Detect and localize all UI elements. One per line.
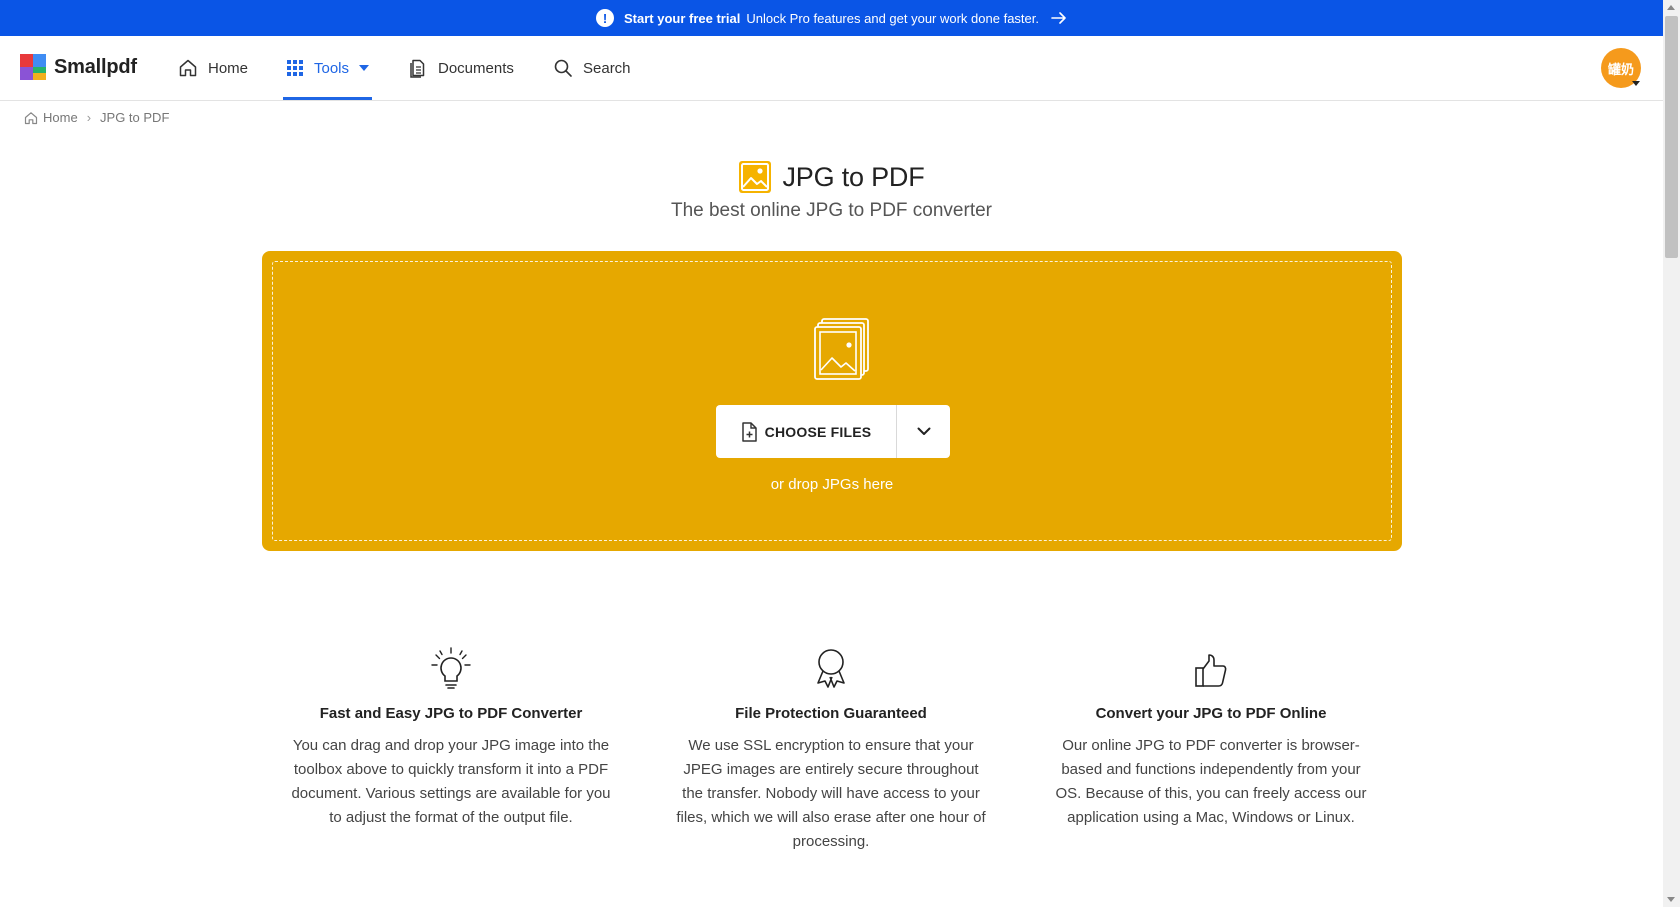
documents-icon — [410, 59, 425, 78]
home-icon — [24, 111, 38, 124]
breadcrumb-home[interactable]: Home — [43, 110, 78, 125]
dropzone-dashed-border: CHOOSE FILES or drop JPGs here — [272, 261, 1392, 541]
nav-documents-label: Documents — [438, 59, 514, 77]
nav-home[interactable]: Home — [178, 36, 248, 100]
vertical-scrollbar[interactable] — [1663, 0, 1680, 907]
nav-home-label: Home — [208, 59, 249, 77]
choose-files-dropdown[interactable] — [897, 405, 950, 458]
breadcrumb-current: JPG to PDF — [100, 110, 170, 125]
user-avatar[interactable]: 罐奶 — [1601, 48, 1641, 88]
brand-name: Smallpdf — [54, 55, 137, 78]
nav-search-label: Search — [583, 59, 631, 77]
breadcrumb-separator-icon: › — [86, 110, 92, 125]
info-icon: ! — [596, 9, 614, 27]
add-file-icon — [741, 421, 757, 442]
promo-text: Unlock Pro features and get your work do… — [746, 10, 1039, 26]
chevron-down-icon — [917, 427, 930, 435]
avatar-initials: 罐奶 — [1607, 61, 1634, 77]
promo-strong-text: Start your free trial — [624, 10, 741, 26]
feature-file-protection: File Protection Guaranteed We use SSL en… — [671, 645, 991, 854]
scroll-thumb[interactable] — [1665, 16, 1678, 258]
page: ! Start your free trial Unlock Pro featu… — [0, 0, 1663, 907]
nav-tools-label: Tools — [314, 59, 350, 77]
nav-tools[interactable]: Tools — [283, 36, 373, 100]
feature-fast-easy: Fast and Easy JPG to PDF Converter You c… — [291, 645, 611, 830]
scroll-down-arrow-icon[interactable] — [1667, 897, 1675, 902]
feature-title: Convert your JPG to PDF Online — [1095, 705, 1327, 722]
promo-banner[interactable]: ! Start your free trial Unlock Pro featu… — [0, 0, 1663, 36]
file-dropzone[interactable]: CHOOSE FILES or drop JPGs here — [262, 251, 1402, 551]
images-stack-icon — [814, 318, 869, 380]
top-navbar: Smallpdf Home Tools Documents Search 罐奶 — [0, 36, 1663, 101]
active-tab-indicator — [283, 97, 373, 100]
choose-files-button[interactable]: CHOOSE FILES — [716, 405, 897, 458]
grid-icon — [287, 60, 303, 76]
award-ribbon-icon — [817, 649, 845, 688]
nav-search[interactable]: Search — [553, 36, 631, 100]
thumbs-up-icon — [1195, 654, 1227, 687]
breadcrumb: Home › JPG to PDF — [24, 110, 169, 125]
caret-down-icon — [359, 65, 370, 71]
page-title-row: JPG to PDF — [0, 160, 1663, 194]
feature-text: We use SSL encryption to ensure that you… — [676, 737, 986, 850]
feature-text: You can drag and drop your JPG image int… — [291, 737, 611, 826]
page-title: JPG to PDF — [782, 161, 925, 192]
scroll-up-arrow-icon[interactable] — [1667, 5, 1675, 10]
choose-files-label: CHOOSE FILES — [764, 423, 872, 440]
feature-convert-online: Convert your JPG to PDF Online Our onlin… — [1051, 645, 1371, 830]
feature-title: Fast and Easy JPG to PDF Converter — [319, 705, 583, 722]
logo[interactable]: Smallpdf — [20, 54, 137, 80]
feature-text: Our online JPG to PDF converter is brows… — [1055, 737, 1367, 826]
smallpdf-logo-icon — [20, 54, 46, 80]
home-icon — [179, 59, 197, 77]
search-icon — [554, 59, 572, 77]
page-subtitle: The best online JPG to PDF converter — [670, 200, 993, 221]
lightbulb-icon — [431, 647, 471, 689]
nav-documents[interactable]: Documents — [408, 36, 514, 100]
choose-files-group: CHOOSE FILES — [716, 405, 950, 458]
feature-title: File Protection Guaranteed — [735, 705, 927, 722]
image-file-icon — [739, 161, 772, 193]
drop-hint: or drop JPGs here — [770, 476, 894, 493]
arrow-right-icon — [1051, 12, 1067, 24]
avatar-dropdown-icon — [1632, 81, 1640, 86]
